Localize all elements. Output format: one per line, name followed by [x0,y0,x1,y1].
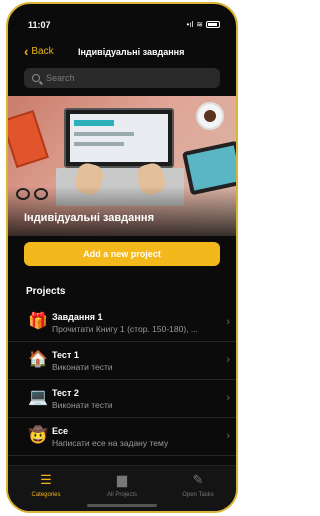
categories-icon: ☰ [40,472,52,487]
laptop-icon: 💻 [28,389,48,406]
chevron-right-icon: › [226,354,230,366]
back-label: Back [31,46,54,57]
project-title: Есе [52,426,69,436]
tab-bar: ☰ Categories ▆ All Projects ✎ Open Tasks [8,465,236,511]
status-time: 11:07 [28,20,51,30]
project-title: Тест 2 [52,388,79,398]
chevron-right-icon: › [226,392,230,404]
house-icon: 🏠 [28,351,48,368]
status-icons: •ıl ≋ [186,20,220,29]
project-item[interactable]: 🎁 Завдання 1 Прочитати Книгу 1 (стор. 15… [8,304,236,342]
notebook-illustration [8,109,49,169]
category-hero-image: Індивідуальні завдання [8,96,236,236]
tab-label: Categories [31,492,61,498]
projects-heading: Projects [26,286,66,297]
project-title: Завдання 1 [52,312,103,322]
project-title: Тест 1 [52,350,79,360]
wifi-icon: ≋ [196,20,203,29]
laptop-illustration [64,108,174,168]
search-input[interactable] [46,73,196,83]
navigation-bar: ‹ Back Індивідуальні завдання [8,42,236,64]
projects-list: 🎁 Завдання 1 Прочитати Книгу 1 (стор. 15… [8,304,236,456]
tab-categories[interactable]: ☰ Categories [8,466,84,511]
tab-open-tasks[interactable]: ✎ Open Tasks [160,466,236,511]
project-subtitle: Написати есе на задану тему [52,438,169,448]
signal-icon: •ıl [186,20,194,29]
project-item[interactable]: 💻 Тест 2 Виконати тести › [8,380,236,418]
project-subtitle: Прочитати Книгу 1 (стор. 150-180), ... [52,324,198,334]
status-bar: 11:07 •ıl ≋ [8,18,236,34]
gift-icon: 🎁 [28,313,48,330]
project-item[interactable]: 🤠 Есе Написати есе на задану тему › [8,418,236,456]
cowboy-face-icon: 🤠 [28,427,48,444]
project-subtitle: Виконати тести [52,362,113,372]
category-title: Індивідуальні завдання [24,212,154,224]
project-subtitle: Виконати тести [52,400,113,410]
chevron-right-icon: › [226,316,230,328]
search-bar[interactable] [24,68,220,88]
chevron-left-icon: ‹ [24,43,29,59]
phone-screen: 11:07 •ıl ≋ ‹ Back Індивідуальні завданн… [6,2,238,513]
edit-tasks-icon: ✎ [192,472,204,487]
back-button[interactable]: ‹ Back [24,43,54,59]
home-indicator[interactable] [87,504,157,507]
project-item[interactable]: 🏠 Тест 1 Виконати тести › [8,342,236,380]
folder-icon: ▆ [117,472,127,487]
chevron-right-icon: › [226,430,230,442]
search-icon [32,74,40,82]
tab-label: Open Tasks [182,492,214,498]
page-title: Індивідуальні завдання [78,47,185,57]
add-project-button[interactable]: Add a new project [24,242,220,266]
tab-label: All Projects [106,492,137,498]
battery-icon [206,21,220,28]
coffee-cup-illustration [196,102,224,130]
